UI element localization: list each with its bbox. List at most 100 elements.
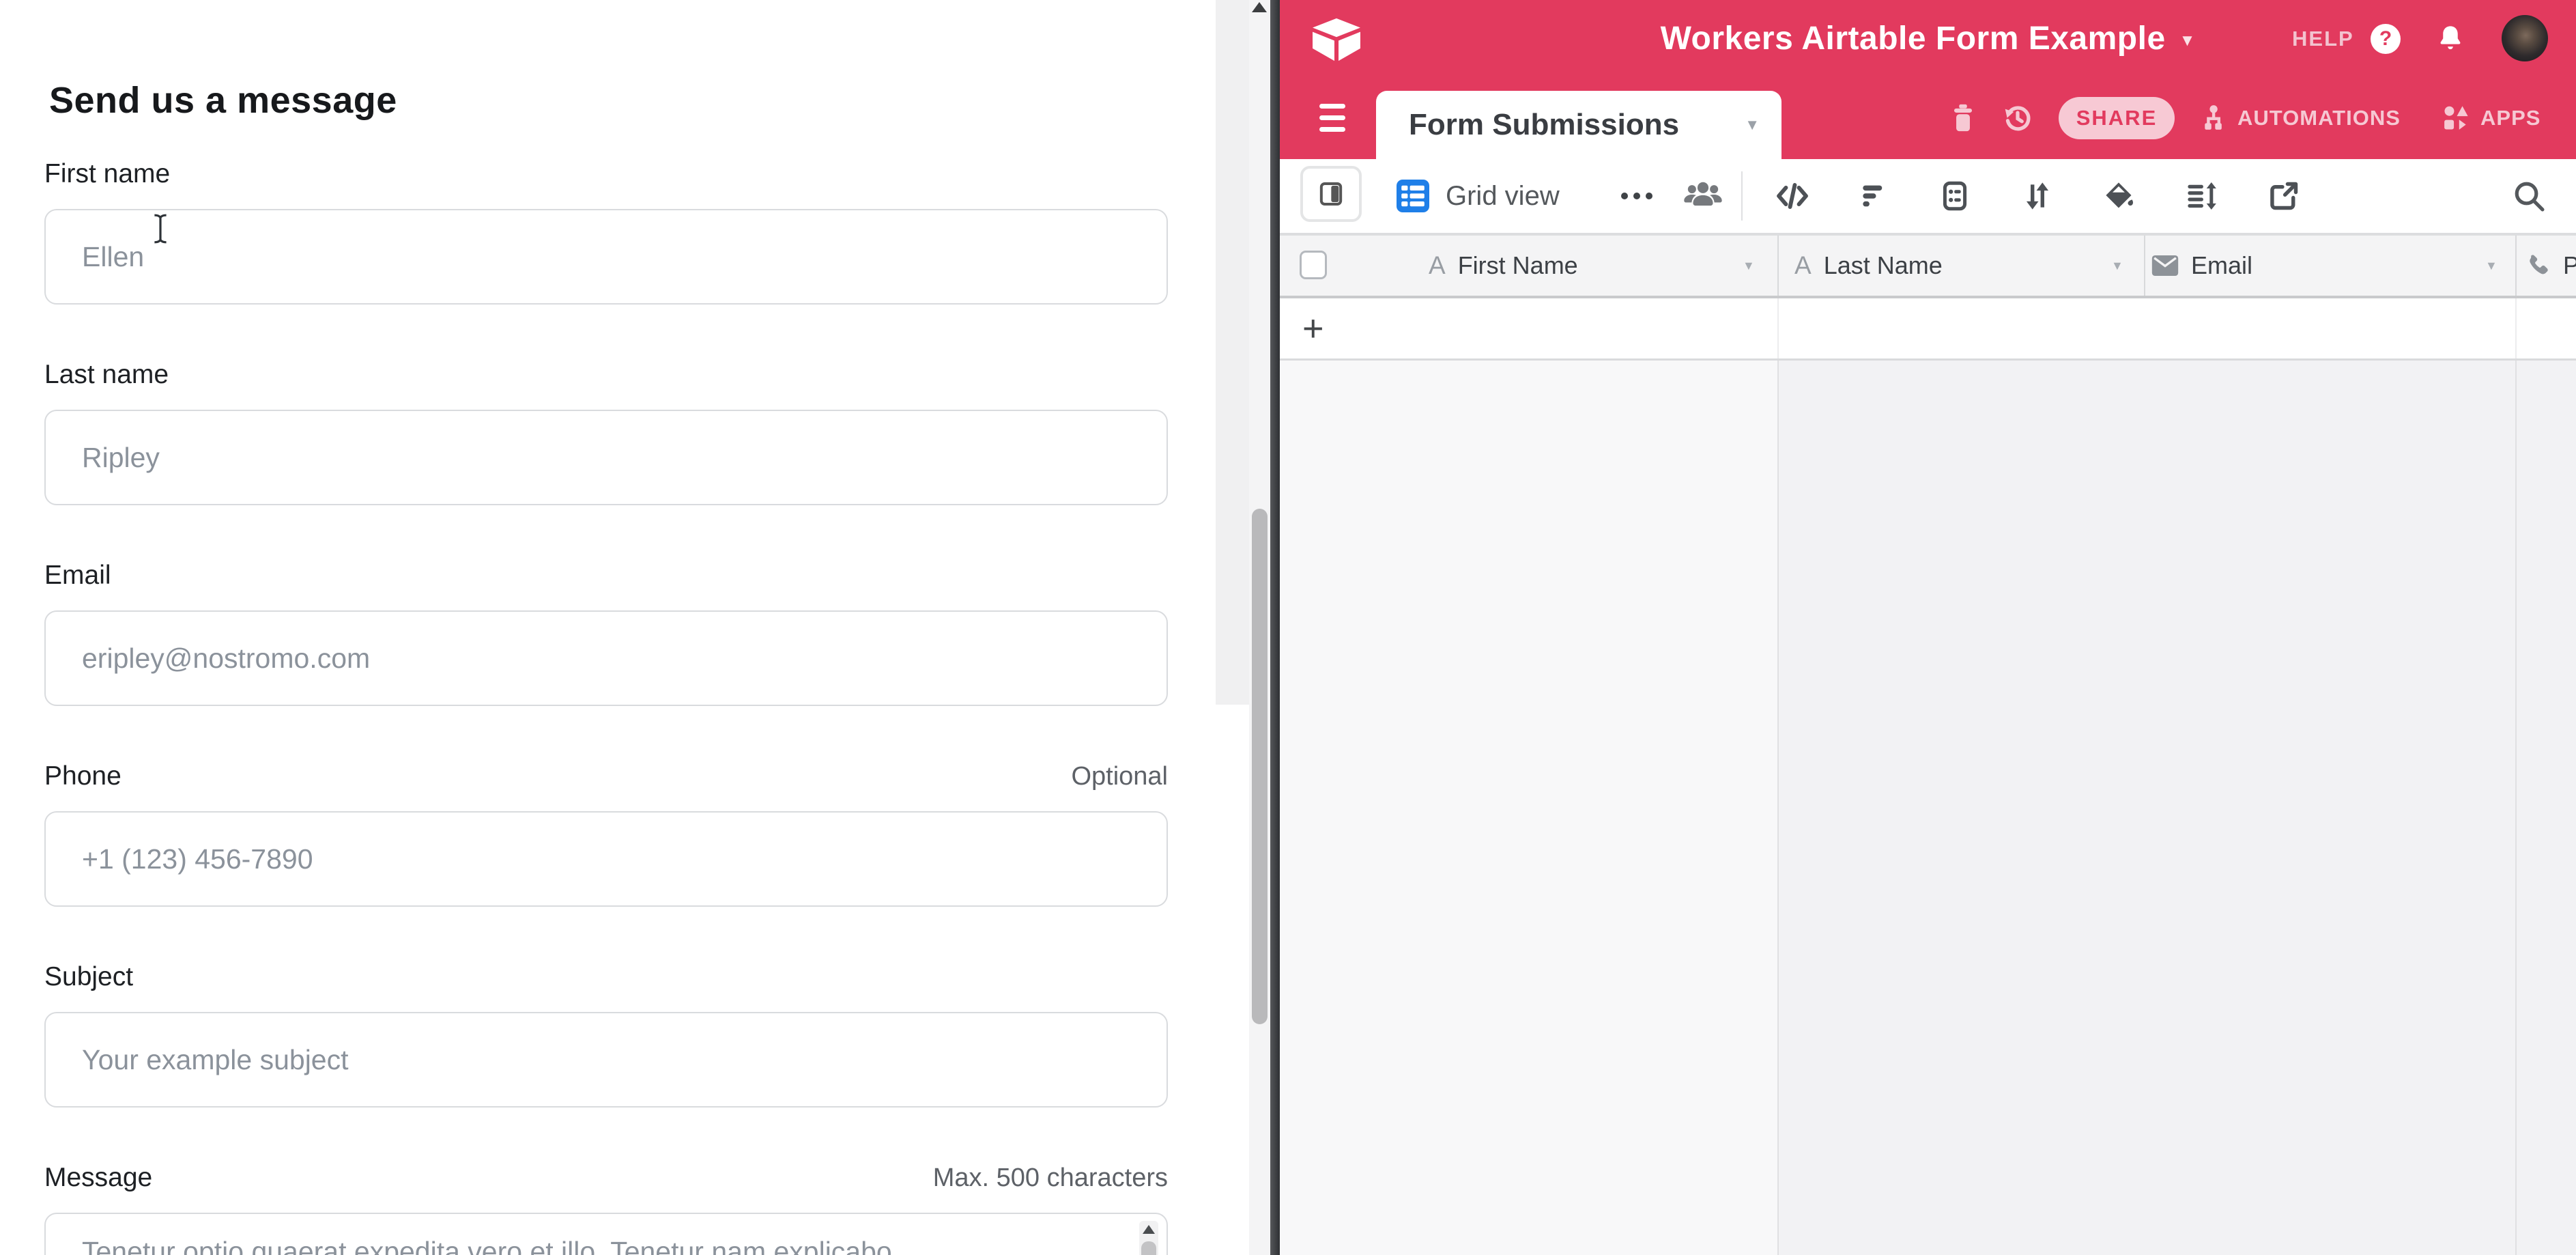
grid-header-row: A First Name ▼ A Last Name ▼ Email ▼ xyxy=(1280,236,2576,298)
apps-button[interactable]: APPS xyxy=(2441,77,2541,159)
history-icon xyxy=(2001,101,2035,135)
chevron-down-icon[interactable]: ▼ xyxy=(2485,236,2498,296)
menu-hamburger-icon[interactable] xyxy=(1319,104,1345,139)
column-header-first-name[interactable]: A First Name xyxy=(1429,236,1578,296)
column-divider[interactable] xyxy=(2515,236,2517,296)
message-field: Message Max. 500 characters xyxy=(44,1163,1168,1196)
chevron-down-icon[interactable]: ▼ xyxy=(2111,236,2123,296)
filter-button[interactable] xyxy=(1855,177,1893,215)
column-divider xyxy=(1777,298,1779,358)
phone-field: Phone Optional xyxy=(44,761,1168,918)
view-toolbar: Grid view xyxy=(1280,159,2576,236)
airtable-window: Workers Airtable Form Example ▼ HELP ? F… xyxy=(1280,0,2576,1255)
phone-field-type-icon xyxy=(2523,252,2551,279)
trash-icon xyxy=(1947,101,1979,135)
table-tabs-bar: Form Submissions ▼ SHARE xyxy=(1280,77,2576,159)
chevron-down-icon[interactable]: ▼ xyxy=(1743,236,1755,296)
last-name-field: Last name xyxy=(44,360,1168,517)
apps-label: APPS xyxy=(2480,106,2541,130)
view-name-button[interactable]: Grid view xyxy=(1446,159,1560,233)
share-view-button[interactable] xyxy=(2265,177,2303,215)
group-icon xyxy=(1938,179,1972,213)
phone-input[interactable] xyxy=(44,811,1168,907)
more-options-icon[interactable] xyxy=(1621,159,1652,233)
column-divider[interactable] xyxy=(1777,236,1779,296)
window-divider xyxy=(1270,0,1280,1255)
message-label: Message xyxy=(44,1163,152,1193)
notifications-bell-icon[interactable] xyxy=(2435,23,2466,54)
form-scrollbar-thumb[interactable] xyxy=(1252,509,1268,1024)
automations-button[interactable]: AUTOMATIONS xyxy=(2198,77,2401,159)
search-button[interactable] xyxy=(2510,177,2548,215)
column-divider xyxy=(1777,361,1779,1255)
toggle-sidebar-icon xyxy=(1317,180,1345,208)
hide-fields-icon xyxy=(1775,178,1810,214)
toolbar-divider xyxy=(1741,171,1743,221)
text-field-type-icon: A xyxy=(1794,251,1812,280)
column-header-phone[interactable]: Phone xyxy=(2523,236,2576,296)
form-title: Send us a message xyxy=(49,79,397,122)
column-divider xyxy=(2515,298,2517,358)
column-header-last-name[interactable]: A Last Name xyxy=(1794,236,1943,296)
hide-fields-button[interactable] xyxy=(1773,177,1812,215)
subject-input[interactable] xyxy=(44,1012,1168,1108)
group-button[interactable] xyxy=(1936,177,1974,215)
toggle-sidebar-button[interactable] xyxy=(1300,166,1362,222)
apps-icon xyxy=(2441,103,2471,133)
first-name-field: First name xyxy=(44,159,1168,316)
base-title: Workers Airtable Form Example xyxy=(1661,20,2166,57)
sort-button[interactable] xyxy=(2018,177,2057,215)
grid-body-primary-column-area xyxy=(1280,361,1777,1255)
collaborators-icon[interactable] xyxy=(1683,177,1723,212)
help-button[interactable]: HELP xyxy=(2292,0,2354,77)
airtable-topbar: Workers Airtable Form Example ▼ HELP ? xyxy=(1280,0,2576,77)
message-textarea[interactable]: Tenetur optio quaerat expedita vero et i… xyxy=(44,1213,1168,1255)
email-label: Email xyxy=(44,561,111,591)
add-record-row[interactable]: + xyxy=(1280,298,2576,361)
trash-button[interactable] xyxy=(1944,99,1982,137)
user-avatar[interactable] xyxy=(2502,15,2548,61)
message-placeholder-text: Tenetur optio quaerat expedita vero et i… xyxy=(82,1236,892,1255)
share-view-icon xyxy=(2267,179,2301,213)
filter-icon xyxy=(1857,179,1891,213)
row-height-button[interactable] xyxy=(2182,177,2220,215)
first-name-label: First name xyxy=(44,159,170,189)
scroll-up-arrow-icon[interactable] xyxy=(1143,1225,1155,1234)
select-all-checkbox[interactable] xyxy=(1300,251,1327,279)
chevron-down-icon: ▼ xyxy=(1745,116,1760,134)
message-scrollbar-thumb[interactable] xyxy=(1141,1241,1156,1255)
email-field-type-icon xyxy=(2151,255,2179,277)
help-question-icon[interactable]: ? xyxy=(2371,24,2401,54)
history-button[interactable] xyxy=(1999,99,2037,137)
last-name-input[interactable] xyxy=(44,410,1168,505)
automations-icon xyxy=(2198,103,2228,133)
email-field: Email xyxy=(44,561,1168,718)
chevron-down-icon: ▼ xyxy=(2179,27,2196,51)
message-maxchars-hint: Max. 500 characters xyxy=(933,1164,1168,1193)
grid-body xyxy=(1280,361,2576,1255)
subject-field: Subject xyxy=(44,962,1168,1119)
phone-optional-hint: Optional xyxy=(1071,762,1168,791)
table-tab-label: Form Submissions xyxy=(1409,108,1679,142)
grid-view-icon[interactable] xyxy=(1397,180,1429,212)
form-scroll-up-arrow-icon[interactable] xyxy=(1252,2,1267,12)
page-right-gutter xyxy=(1216,0,1249,705)
column-header-email[interactable]: Email xyxy=(2151,236,2252,296)
last-name-label: Last name xyxy=(44,360,169,390)
text-cursor-pointer-icon xyxy=(152,213,169,244)
first-name-input[interactable] xyxy=(44,209,1168,305)
message-scrollbar[interactable] xyxy=(1139,1221,1158,1255)
subject-label: Subject xyxy=(44,962,133,992)
search-icon xyxy=(2511,178,2547,214)
add-record-plus[interactable]: + xyxy=(1302,298,1324,358)
column-divider[interactable] xyxy=(2144,236,2145,296)
share-button[interactable]: SHARE xyxy=(2059,97,2175,139)
automations-label: AUTOMATIONS xyxy=(2237,106,2401,130)
column-divider xyxy=(2515,361,2517,1255)
email-input[interactable] xyxy=(44,610,1168,706)
color-button[interactable] xyxy=(2100,177,2138,215)
sort-icon xyxy=(2020,179,2055,213)
tab-form-submissions[interactable]: Form Submissions ▼ xyxy=(1376,91,1781,159)
screen: Send us a message First name Last name E… xyxy=(0,0,2576,1255)
text-field-type-icon: A xyxy=(1429,251,1446,280)
